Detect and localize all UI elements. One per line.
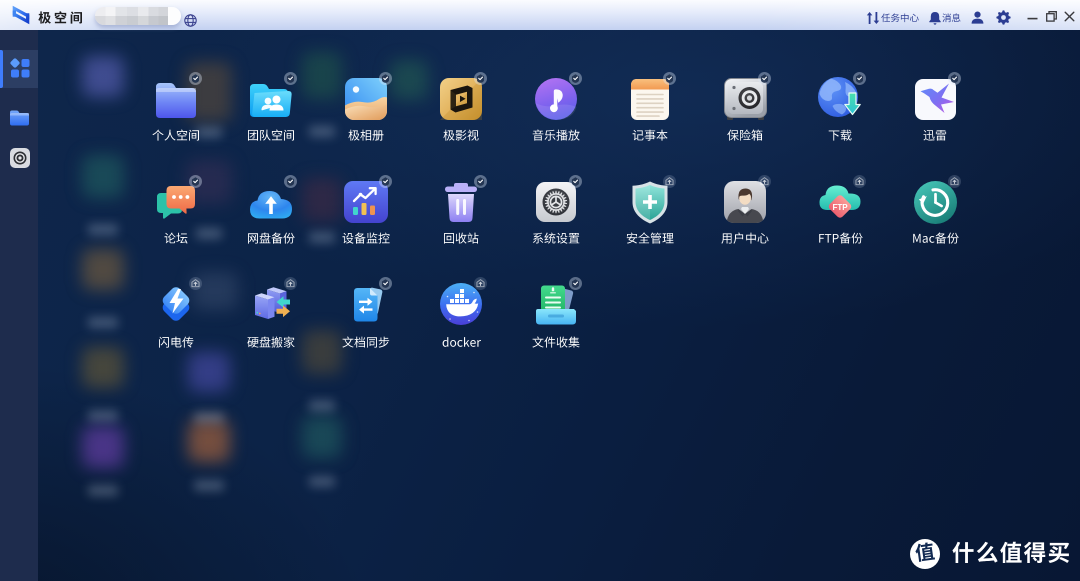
svg-text:FTP: FTP	[832, 203, 848, 212]
